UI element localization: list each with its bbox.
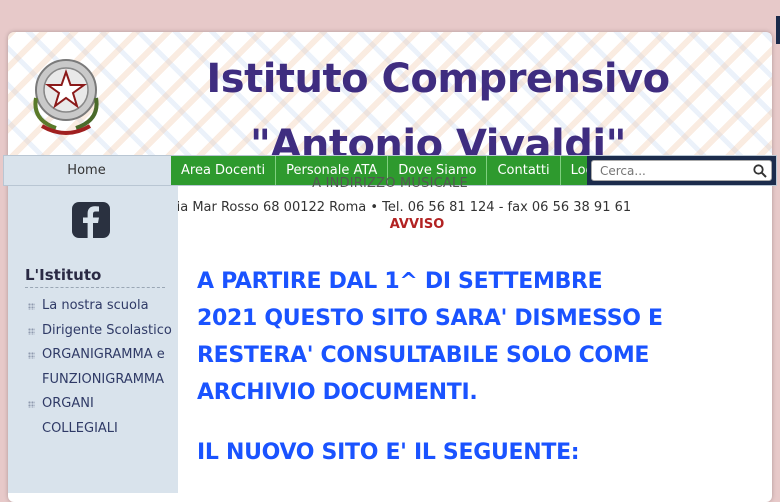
school-address: Via Mar Rosso 68 00122 Roma • Tel. 06 56… <box>168 200 632 215</box>
avviso-label: AVVISO <box>389 217 445 232</box>
notice-new-site: IL NUOVO SITO E' IL SEGUENTE: <box>197 440 580 465</box>
sidebar-item-dirigente[interactable]: Dirigente Scolastico <box>28 319 173 344</box>
sidebar-menu: La nostra scuola Dirigente Scolastico OR… <box>28 294 173 441</box>
window-edge-bar <box>776 16 780 44</box>
sidebar: L'Istituto La nostra scuola Dirigente Sc… <box>8 186 178 493</box>
sidebar-heading: L'Istituto <box>25 266 165 288</box>
school-subtitle: A INDIRIZZO MUSICALE <box>312 176 468 191</box>
search-icon[interactable] <box>753 164 767 178</box>
nav-home-link[interactable]: Home <box>4 156 169 185</box>
search-input[interactable] <box>598 162 752 179</box>
sidebar-item-organi-collegiali[interactable]: ORGANI COLLEGIALI <box>28 392 173 441</box>
italian-republic-emblem <box>33 59 99 135</box>
sidebar-item-nostra-scuola[interactable]: La nostra scuola <box>28 294 173 319</box>
notice-text: A PARTIRE DAL 1^ DI SETTEMBRE 2021 QUEST… <box>197 269 663 405</box>
facebook-icon[interactable] <box>72 202 110 238</box>
search-box <box>591 160 772 181</box>
sidebar-item-organigramma[interactable]: ORGANIGRAMMA e FUNZIONIGRAMMA <box>28 343 173 392</box>
search-bar <box>587 156 776 185</box>
